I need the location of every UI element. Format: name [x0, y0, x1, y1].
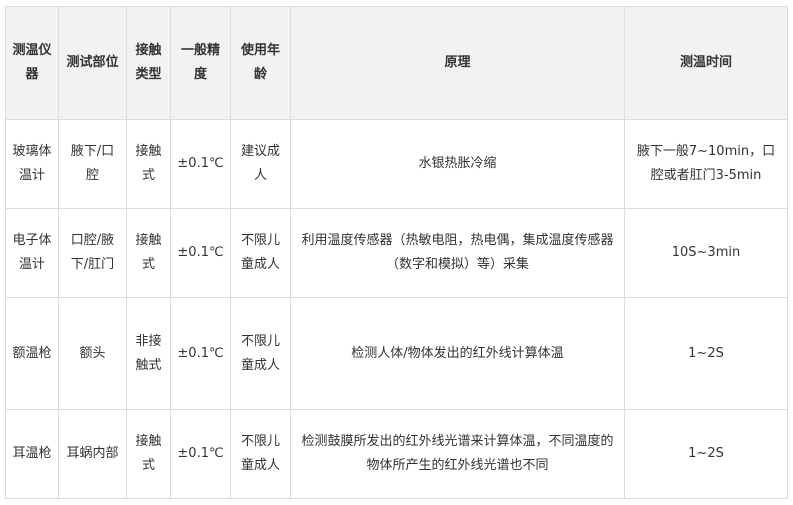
cell-age: 建议成人 [230, 119, 291, 209]
cell-contact-type: 接触式 [126, 409, 171, 499]
cell-test-site: 口腔/腋下/肛门 [58, 208, 127, 298]
thermometer-comparison-table: 测温仪器 测试部位 接触类型 一般精度 使用年龄 原理 测温时间 玻璃体温计 腋… [5, 6, 788, 499]
cell-principle: 检测鼓膜所发出的红外线光谱来计算体温，不同温度的物体所产生的红外线光谱也不同 [290, 409, 625, 499]
cell-accuracy: ±0.1℃ [170, 409, 231, 499]
cell-measure-time: 腋下一般7~10min，口腔或者肛门3-5min [624, 119, 788, 209]
cell-principle: 水银热胀冷缩 [290, 119, 625, 209]
cell-accuracy: ±0.1℃ [170, 297, 231, 410]
header-contact-type: 接触类型 [126, 6, 171, 120]
cell-test-site: 额头 [58, 297, 127, 410]
cell-principle: 检测人体/物体发出的红外线计算体温 [290, 297, 625, 410]
cell-measure-time: 10S~3min [624, 208, 788, 298]
cell-age: 不限儿童成人 [230, 297, 291, 410]
cell-measure-time: 1~2S [624, 297, 788, 410]
cell-contact-type: 非接触式 [126, 297, 171, 410]
cell-instrument: 额温枪 [5, 297, 59, 410]
cell-principle: 利用温度传感器（热敏电阻，热电偶，集成温度传感器（数字和模拟）等）采集 [290, 208, 625, 298]
cell-instrument: 电子体温计 [5, 208, 59, 298]
cell-accuracy: ±0.1℃ [170, 119, 231, 209]
table-row: 电子体温计 口腔/腋下/肛门 接触式 ±0.1℃ 不限儿童成人 利用温度传感器（… [5, 208, 788, 298]
header-age: 使用年龄 [230, 6, 291, 120]
cell-measure-time: 1~2S [624, 409, 788, 499]
header-principle: 原理 [290, 6, 625, 120]
cell-contact-type: 接触式 [126, 119, 171, 209]
cell-instrument: 耳温枪 [5, 409, 59, 499]
thermometer-comparison-table-wrapper: 测温仪器 测试部位 接触类型 一般精度 使用年龄 原理 测温时间 玻璃体温计 腋… [5, 6, 788, 499]
cell-instrument: 玻璃体温计 [5, 119, 59, 209]
table-header-row: 测温仪器 测试部位 接触类型 一般精度 使用年龄 原理 测温时间 [5, 6, 788, 120]
header-instrument: 测温仪器 [5, 6, 59, 120]
header-measure-time: 测温时间 [624, 6, 788, 120]
header-accuracy: 一般精度 [170, 6, 231, 120]
cell-test-site: 耳蜗内部 [58, 409, 127, 499]
cell-contact-type: 接触式 [126, 208, 171, 298]
header-test-site: 测试部位 [58, 6, 127, 120]
table-row: 耳温枪 耳蜗内部 接触式 ±0.1℃ 不限儿童成人 检测鼓膜所发出的红外线光谱来… [5, 409, 788, 499]
table-row: 玻璃体温计 腋下/口腔 接触式 ±0.1℃ 建议成人 水银热胀冷缩 腋下一般7~… [5, 119, 788, 209]
cell-age: 不限儿童成人 [230, 409, 291, 499]
table-row: 额温枪 额头 非接触式 ±0.1℃ 不限儿童成人 检测人体/物体发出的红外线计算… [5, 297, 788, 410]
cell-accuracy: ±0.1℃ [170, 208, 231, 298]
cell-age: 不限儿童成人 [230, 208, 291, 298]
cell-test-site: 腋下/口腔 [58, 119, 127, 209]
